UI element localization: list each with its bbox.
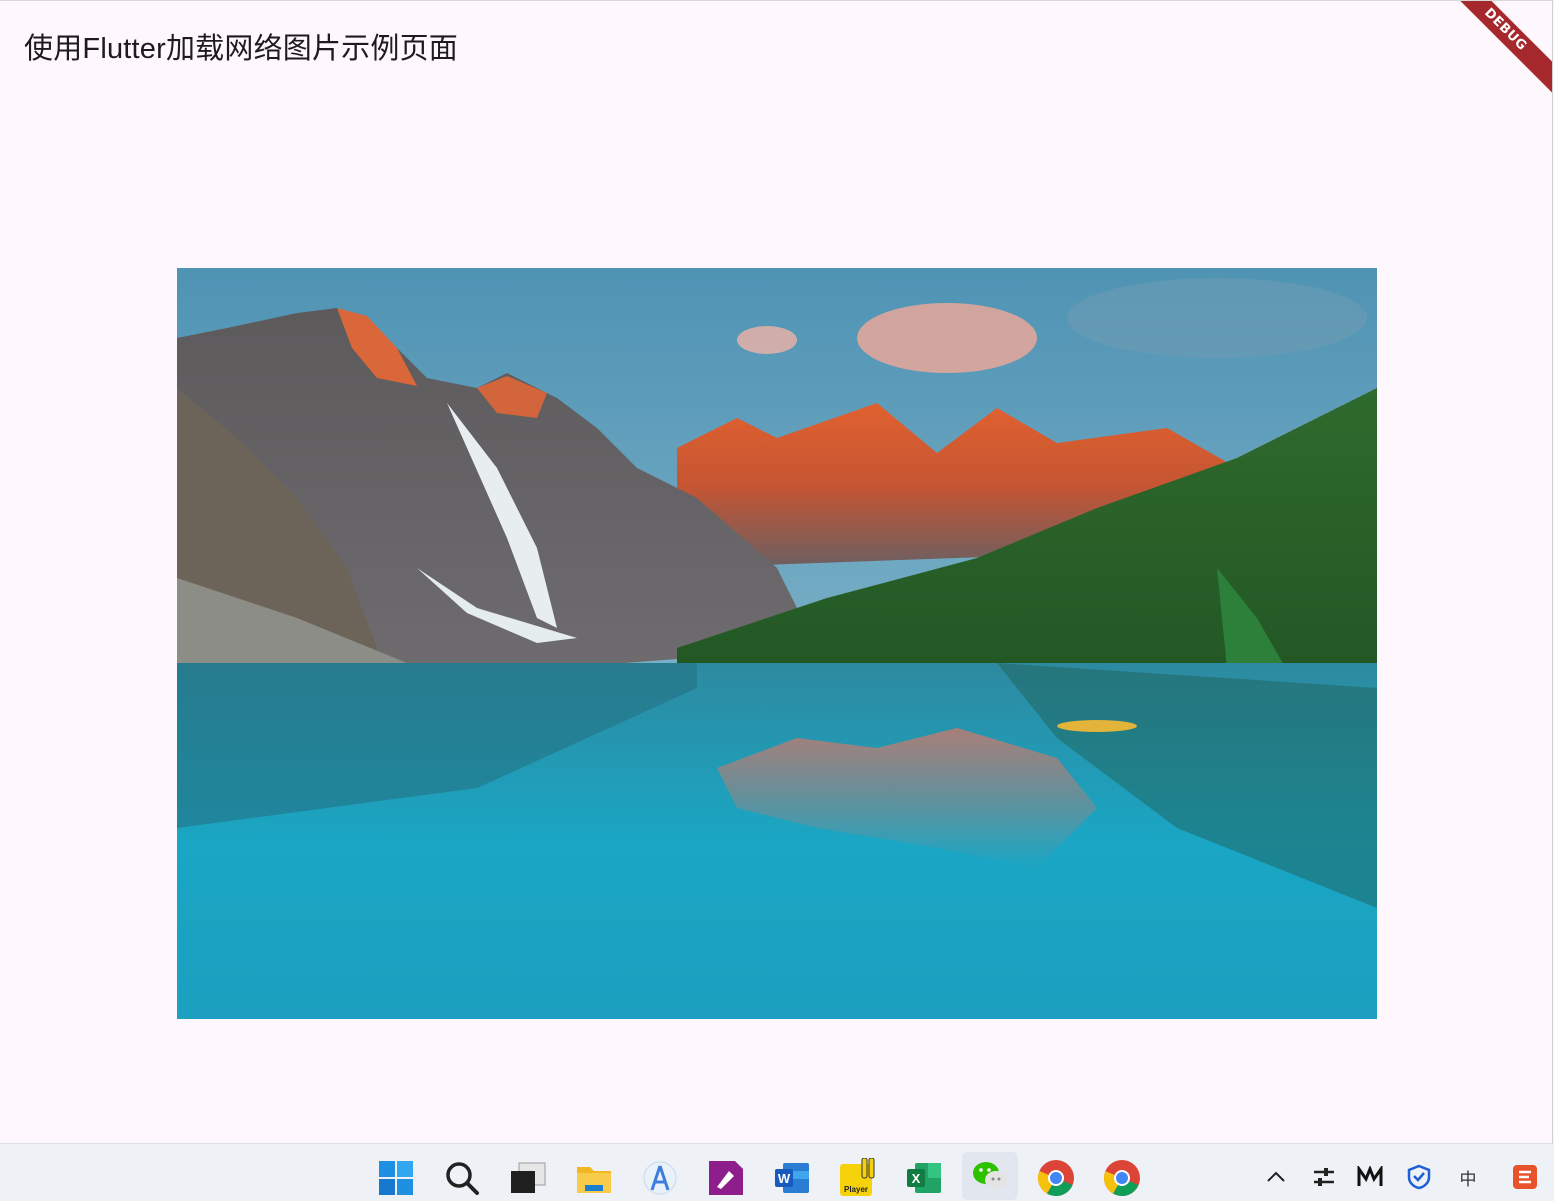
ime-indicator[interactable]: 中 <box>1451 1160 1485 1194</box>
app-tray-icon[interactable] <box>1508 1160 1542 1194</box>
chrome-icon[interactable] <box>1036 1158 1076 1198</box>
search-icon[interactable] <box>442 1158 482 1198</box>
excel-icon[interactable]: X <box>904 1158 944 1198</box>
debug-banner: DEBUG <box>1437 1 1552 98</box>
player-icon-label: Player <box>844 1185 868 1194</box>
task-view-icon[interactable] <box>508 1158 548 1198</box>
chrome-icon[interactable] <box>1102 1158 1142 1198</box>
sliders-icon[interactable] <box>1307 1160 1341 1194</box>
m-logo-icon[interactable] <box>1353 1160 1387 1194</box>
landscape-image <box>177 268 1377 1019</box>
word-icon[interactable]: W <box>772 1158 812 1198</box>
shield-icon[interactable] <box>1402 1160 1436 1194</box>
wechat-icon[interactable] <box>962 1152 1018 1200</box>
word-icon-label: W <box>778 1171 791 1186</box>
page-title: 使用Flutter加载网络图片示例页面 <box>24 33 458 65</box>
pen-icon[interactable] <box>706 1158 746 1198</box>
ime-label: 中 <box>1459 1169 1477 1190</box>
player-icon[interactable]: Player <box>838 1158 878 1198</box>
windows-logo-icon[interactable] <box>376 1158 416 1198</box>
android-studio-icon[interactable] <box>640 1158 680 1198</box>
folder-icon[interactable] <box>574 1158 614 1198</box>
app-window: 使用Flutter加载网络图片示例页面 DEBUG <box>0 0 1553 1143</box>
excel-icon-label: X <box>912 1171 921 1186</box>
chevron-up-icon[interactable] <box>1259 1160 1293 1194</box>
